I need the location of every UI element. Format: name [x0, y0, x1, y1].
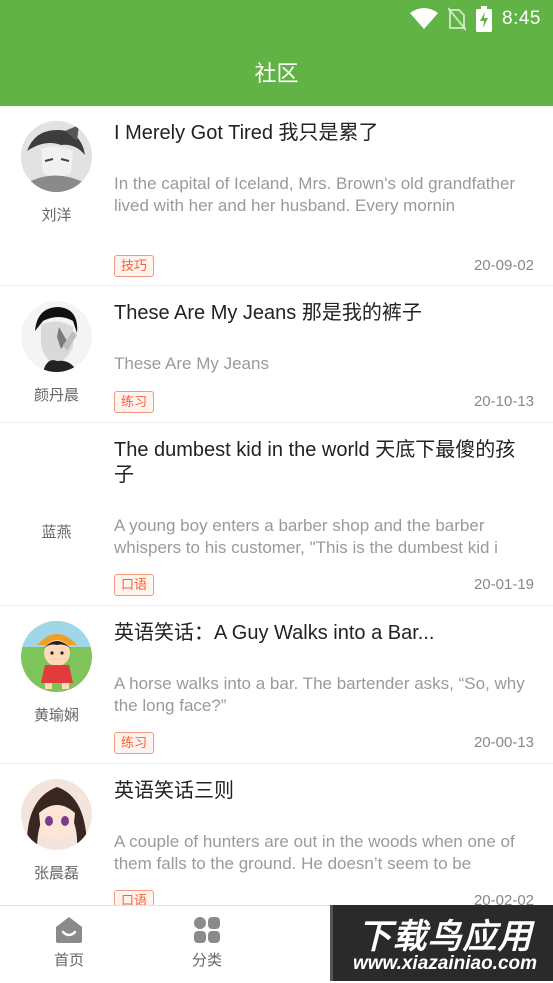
post-tag[interactable]: 技巧 — [114, 255, 155, 277]
author-name: 张晨磊 — [33, 865, 79, 882]
post-card[interactable]: 蓝燕 The dumbest kid in the world 天底下最傻的孩子… — [0, 423, 553, 606]
avatar[interactable] — [21, 779, 92, 850]
post-title[interactable]: I Merely Got Tired 我只是累了 — [114, 121, 534, 146]
status-time: 8:45 — [502, 8, 541, 29]
post-date: 20-02-02 — [473, 892, 534, 905]
post-excerpt: A horse walks into a bar. The bartender … — [114, 674, 530, 715]
author-name: 蓝燕 — [41, 524, 72, 541]
nav-home-label: 首页 — [53, 952, 84, 969]
post-excerpt: In the capital of Iceland, Mrs. Brown's … — [114, 174, 520, 215]
post-title[interactable]: These Are My Jeans 那是我的裤子 — [114, 301, 534, 326]
author-name: 刘洋 — [41, 207, 72, 224]
post-date: 20-01-19 — [473, 576, 534, 593]
post-card[interactable]: 刘洋 I Merely Got Tired 我只是累了 In the capit… — [0, 106, 553, 286]
avatar[interactable] — [21, 121, 92, 192]
page-title: 社区 — [254, 61, 299, 86]
author-name: 颜丹晨 — [33, 387, 79, 404]
post-card[interactable]: 黄瑜娴 英语笑话：A Guy Walks into a Bar... A hor… — [0, 606, 553, 764]
post-date: 20-10-13 — [473, 393, 534, 410]
post-title[interactable]: 英语笑话三则 — [114, 779, 534, 804]
post-list[interactable]: 刘洋 I Merely Got Tired 我只是累了 In the capit… — [0, 106, 553, 905]
post-title[interactable]: 英语笑话：A Guy Walks into a Bar... — [114, 621, 534, 646]
avatar[interactable] — [21, 301, 92, 372]
author-name: 黄瑜娴 — [33, 707, 79, 724]
wifi-icon — [410, 8, 439, 29]
status-icons: 8:45 — [410, 6, 541, 32]
post-date: 20-09-02 — [473, 257, 534, 274]
post-excerpt: A young boy enters a barber shop and the… — [114, 516, 498, 557]
post-card[interactable]: 张晨磊 英语笑话三则 A couple of hunters are out i… — [0, 764, 553, 905]
post-tag[interactable]: 练习 — [114, 732, 155, 754]
nav-home[interactable]: 首页 — [24, 916, 114, 970]
watermark: 下载鸟应用 www.xiazainiao.com — [330, 905, 553, 981]
avatar[interactable] — [21, 621, 92, 692]
status-bar: 8:45 — [0, 0, 553, 38]
post-tag[interactable]: 练习 — [114, 391, 155, 413]
app-header: 社区 — [0, 38, 553, 106]
battery-charging-icon — [476, 6, 493, 32]
nav-category-label: 分类 — [191, 952, 222, 969]
home-icon — [56, 917, 82, 943]
watermark-title: 下载鸟应用 — [357, 918, 533, 956]
post-tag[interactable]: 口语 — [114, 574, 155, 596]
post-excerpt: These Are My Jeans — [114, 354, 269, 373]
post-title[interactable]: The dumbest kid in the world 天底下最傻的孩子 — [114, 438, 534, 488]
category-grid-icon — [194, 917, 220, 943]
post-card[interactable]: 颜丹晨 These Are My Jeans 那是我的裤子 These Are … — [0, 286, 553, 423]
post-tag[interactable]: 口语 — [114, 890, 155, 905]
watermark-url: www.xiazainiao.com — [352, 953, 538, 974]
no-sim-icon — [448, 7, 467, 31]
nav-category[interactable]: 分类 — [162, 916, 252, 970]
post-date: 20-00-13 — [473, 734, 534, 751]
post-excerpt: A couple of hunters are out in the woods… — [114, 832, 520, 873]
